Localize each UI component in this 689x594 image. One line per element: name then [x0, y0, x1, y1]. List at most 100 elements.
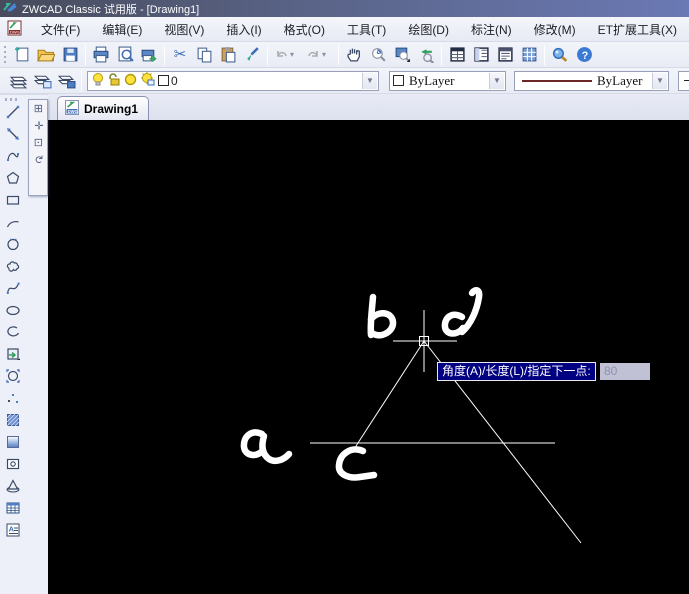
toolbar-separator: [544, 45, 545, 65]
layer-combo[interactable]: 0 ▼: [87, 71, 379, 91]
menu-insert[interactable]: 插入(I): [222, 19, 265, 40]
layer-viewport-thaw-icon[interactable]: [140, 72, 156, 90]
redo-dropdown-caret[interactable]: ▾: [322, 50, 326, 59]
layer-properties-manager-icon[interactable]: [6, 70, 30, 92]
menu-format[interactable]: 格式(O): [280, 19, 329, 40]
toolbar-grip[interactable]: [3, 46, 7, 64]
make-block-icon[interactable]: [3, 367, 23, 385]
svg-text:?: ?: [581, 50, 587, 62]
layer-on-bulb-icon[interactable]: [91, 72, 105, 90]
linetype-combo-dropdown[interactable]: ▼: [652, 73, 667, 89]
open-file-icon[interactable]: [34, 44, 58, 66]
annotation-letter-b: [371, 297, 393, 335]
canvas-geometry: [48, 120, 689, 594]
revision-cloud-icon[interactable]: [3, 257, 23, 275]
mini-tool-icon-2[interactable]: ✛: [33, 121, 44, 130]
undo-dropdown-caret[interactable]: ▾: [290, 50, 294, 59]
redo-icon[interactable]: ▾: [303, 44, 335, 66]
color-combo[interactable]: ByLayer ▼: [389, 71, 506, 91]
toolbar-separator: [164, 45, 165, 65]
lineweight-sample-line: [684, 80, 689, 81]
linetype-combo-value: ByLayer: [597, 73, 642, 89]
mini-tool-icon-1[interactable]: ⊞: [33, 104, 44, 113]
circle-icon[interactable]: [3, 235, 23, 253]
properties-palette-icon[interactable]: [445, 44, 469, 66]
color-combo-dropdown[interactable]: ▼: [489, 73, 504, 89]
annotation-letter-c: [339, 449, 374, 477]
zoom-window-icon[interactable]: [390, 44, 414, 66]
multiline-text-icon[interactable]: A: [3, 521, 23, 539]
gradient-icon[interactable]: [3, 433, 23, 451]
zoom-realtime-icon[interactable]: [366, 44, 390, 66]
object-properties-toolbar: 0 ▼ ByLayer ▼ ByLayer ▼: [0, 68, 689, 94]
menu-draw[interactable]: 绘图(D): [404, 19, 453, 40]
tab-drawing1[interactable]: DWG Drawing1: [57, 96, 149, 120]
toolbar-separator: [338, 45, 339, 65]
linetype-combo[interactable]: ByLayer ▼: [514, 71, 669, 91]
insert-block-icon[interactable]: [3, 345, 23, 363]
layer-unlock-icon[interactable]: [107, 72, 121, 90]
toolbar-separator: [85, 45, 86, 65]
undo-icon[interactable]: ▾: [271, 44, 303, 66]
construction-line-icon[interactable]: [3, 125, 23, 143]
svg-text:A: A: [9, 525, 15, 534]
title-bar[interactable]: ZWCAD Classic 试用版 - [Drawing1]: [0, 0, 689, 17]
color-combo-value: ByLayer: [409, 73, 454, 89]
design-center-icon[interactable]: [493, 44, 517, 66]
hatch-icon[interactable]: [3, 411, 23, 429]
region-icon[interactable]: [3, 455, 23, 473]
polyline-icon[interactable]: [3, 147, 23, 165]
tool-palettes-icon[interactable]: [469, 44, 493, 66]
menu-file[interactable]: 文件(F): [37, 19, 84, 40]
find-icon[interactable]: [548, 44, 572, 66]
zwcad-logo-icon: [3, 1, 18, 17]
spline-icon[interactable]: [3, 279, 23, 297]
menu-modify[interactable]: 修改(M): [530, 19, 580, 40]
zoom-previous-icon[interactable]: [414, 44, 438, 66]
lineweight-combo[interactable]: [678, 71, 689, 91]
ellipse-arc-icon[interactable]: [3, 323, 23, 341]
mini-tool-icon-4[interactable]: ↻: [33, 155, 44, 164]
menu-tools[interactable]: 工具(T): [343, 19, 390, 40]
svg-text:DWG: DWG: [68, 108, 78, 113]
point-icon[interactable]: [3, 389, 23, 407]
rectangle-icon[interactable]: [3, 191, 23, 209]
color-bylayer-swatch: [393, 75, 404, 86]
plot-export-icon[interactable]: [137, 44, 161, 66]
polygon-icon[interactable]: [3, 169, 23, 187]
menu-et-extended-tools[interactable]: ET扩展工具(X): [594, 19, 681, 40]
wipeout-icon[interactable]: [3, 477, 23, 495]
menu-view[interactable]: 视图(V): [160, 19, 208, 40]
dynamic-input-value-field[interactable]: 80: [600, 363, 650, 380]
layer-previous-icon[interactable]: [54, 70, 78, 92]
table-icon[interactable]: [3, 499, 23, 517]
toolbar-grip[interactable]: [5, 98, 19, 101]
layer-states-manager-icon[interactable]: [30, 70, 54, 92]
layer-combo-dropdown[interactable]: ▼: [362, 73, 377, 89]
save-icon[interactable]: [58, 44, 82, 66]
mini-tool-icon-3[interactable]: ⊡: [33, 138, 44, 147]
print-icon[interactable]: [89, 44, 113, 66]
help-icon[interactable]: ?: [572, 44, 596, 66]
line-icon[interactable]: [3, 103, 23, 121]
layer-color-swatch[interactable]: [158, 75, 169, 86]
menu-edit[interactable]: 编辑(E): [98, 19, 146, 40]
toolbar-separator: [441, 45, 442, 65]
ellipse-icon[interactable]: [3, 301, 23, 319]
quick-calculator-icon[interactable]: [517, 44, 541, 66]
menu-dimension[interactable]: 标注(N): [467, 19, 516, 40]
arc-icon[interactable]: [3, 213, 23, 231]
pan-icon[interactable]: [342, 44, 366, 66]
floating-mini-toolbar[interactable]: ⊞ ✛ ⊡ ↻: [28, 99, 48, 196]
cut-icon[interactable]: ✂: [168, 44, 192, 66]
layer-thaw-sun-icon[interactable]: [123, 72, 138, 90]
match-properties-icon[interactable]: [240, 44, 264, 66]
dynamic-input-prompt: 角度(A)/长度(L)/指定下一点:: [437, 362, 596, 381]
annotation-letter-a: [244, 432, 289, 460]
print-preview-icon[interactable]: [113, 44, 137, 66]
copy-icon[interactable]: [192, 44, 216, 66]
drawing-canvas[interactable]: 角度(A)/长度(L)/指定下一点: 80: [48, 120, 689, 594]
new-file-icon[interactable]: [10, 44, 34, 66]
paste-icon[interactable]: [216, 44, 240, 66]
dwg-document-icon[interactable]: DWG: [6, 20, 23, 39]
